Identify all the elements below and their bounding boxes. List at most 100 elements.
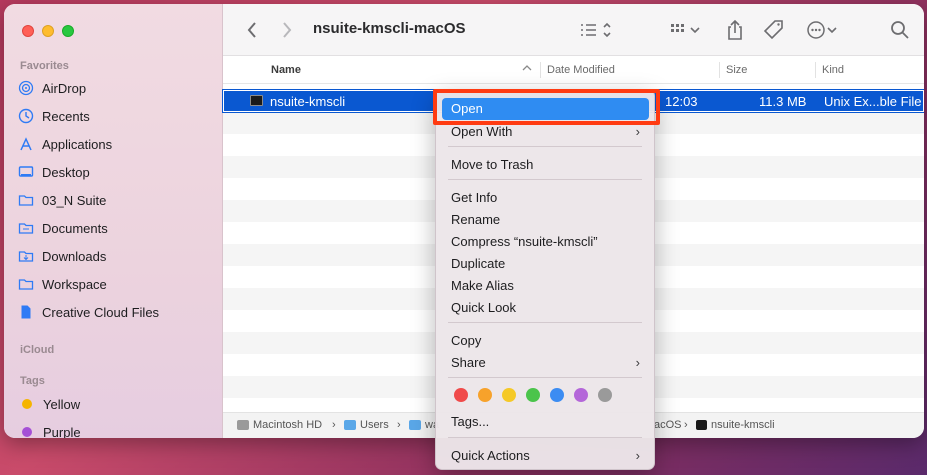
sidebar-item-label: Yellow: [43, 396, 81, 412]
sidebar-item-label: Documents: [42, 220, 108, 236]
column-separator: [719, 62, 720, 78]
sidebar-item-label: Desktop: [42, 164, 90, 180]
sidebar-item-creative-cloud-files[interactable]: Creative Cloud Files: [18, 301, 159, 323]
tags-label: Tags: [20, 375, 45, 387]
menu-item-quick-look[interactable]: Quick Look: [451, 300, 516, 315]
chevron-right-icon: ›: [635, 355, 640, 370]
home-folder-icon: [409, 420, 421, 430]
menu-item-tags[interactable]: Tags...: [451, 414, 489, 429]
sidebar: Favorites AirDrop Recents Applications D…: [4, 4, 223, 438]
folder-icon: [344, 420, 356, 430]
terminal-exec-icon: [696, 420, 707, 430]
clock-icon: [18, 108, 34, 124]
favorites-label: Favorites: [20, 60, 69, 72]
chevron-right-icon: ›: [635, 124, 640, 139]
yellow-tag-swatch[interactable]: [502, 388, 516, 402]
column-separator: [540, 62, 541, 78]
menu-separator: [448, 377, 642, 378]
path-segment-macintosh-hd[interactable]: Macintosh HD: [237, 419, 322, 431]
column-kind[interactable]: Kind: [822, 64, 844, 76]
sidebar-item-03-n-suite[interactable]: 03_N Suite: [18, 189, 106, 211]
forward-chevron-icon[interactable]: [281, 18, 293, 42]
sidebar-item-desktop[interactable]: Desktop: [18, 161, 90, 183]
sidebar-item-recents[interactable]: Recents: [18, 105, 90, 127]
minimize-button[interactable]: [42, 25, 54, 37]
menu-item-quick-actions[interactable]: Quick Actions: [451, 448, 530, 463]
file-date-modified: 12:03: [665, 94, 698, 109]
context-menu: Open Open With › Move to Trash Get Info …: [435, 89, 655, 470]
menu-item-duplicate[interactable]: Duplicate: [451, 256, 505, 271]
gray-tag-swatch[interactable]: [598, 388, 612, 402]
share-icon[interactable]: [726, 18, 744, 42]
menu-item-rename[interactable]: Rename: [451, 212, 500, 227]
path-chevron-icon: ›: [397, 419, 401, 431]
list-view-icon[interactable]: [579, 18, 613, 42]
path-segment-users[interactable]: Users: [344, 419, 389, 431]
zoom-button[interactable]: [62, 25, 74, 37]
tag-icon[interactable]: [763, 18, 785, 42]
sidebar-item-label: Creative Cloud Files: [42, 304, 160, 320]
column-name[interactable]: Name: [271, 64, 301, 76]
menu-item-compress[interactable]: Compress “nsuite-kmscli”: [451, 234, 598, 249]
group-view-icon[interactable]: [669, 18, 703, 42]
sort-chevron-up-icon[interactable]: [521, 63, 533, 76]
path-chevron-icon: ›: [684, 419, 688, 431]
menu-item-copy[interactable]: Copy: [451, 333, 481, 348]
green-tag-swatch[interactable]: [526, 388, 540, 402]
yellow-tag-icon: [22, 399, 32, 409]
red-tag-swatch[interactable]: [454, 388, 468, 402]
search-icon[interactable]: [890, 18, 910, 42]
sidebar-item-applications[interactable]: Applications: [18, 133, 112, 155]
blue-tag-swatch[interactable]: [550, 388, 564, 402]
menu-item-move-to-trash[interactable]: Move to Trash: [451, 157, 533, 172]
column-date-modified[interactable]: Date Modified: [547, 64, 615, 76]
applications-icon: [18, 136, 34, 152]
menu-separator: [448, 437, 642, 438]
purple-tag-swatch[interactable]: [574, 388, 588, 402]
tag-color-picker: [454, 388, 612, 402]
menu-item-get-info[interactable]: Get Info: [451, 190, 497, 205]
chevron-right-icon: ›: [635, 448, 640, 463]
purple-tag-icon: [22, 427, 32, 437]
sidebar-item-downloads[interactable]: Downloads: [18, 245, 106, 267]
download-icon: [18, 248, 34, 264]
menu-separator: [448, 322, 642, 323]
orange-tag-swatch[interactable]: [478, 388, 492, 402]
file-icon: [18, 304, 34, 320]
file-size: 11.3 MB: [759, 94, 807, 109]
sidebar-item-workspace[interactable]: Workspace: [18, 273, 107, 295]
path-segment-nsuite-kmscli[interactable]: nsuite-kmscli: [696, 419, 775, 431]
menu-separator: [448, 179, 642, 180]
sidebar-tag-purple[interactable]: Purple: [18, 421, 81, 438]
airdrop-icon: [18, 80, 34, 96]
folder-icon: [18, 192, 34, 208]
column-header: Name Date Modified Size Kind: [223, 56, 924, 84]
path-segment-nsuite-kmscli-macos[interactable]: acOS: [654, 419, 682, 431]
more-actions-icon[interactable]: [806, 18, 840, 42]
close-button[interactable]: [22, 25, 34, 37]
path-chevron-icon: ›: [332, 419, 336, 431]
desktop-icon: [18, 164, 34, 180]
toolbar: nsuite-kmscli-macOS: [223, 4, 924, 56]
menu-item-make-alias[interactable]: Make Alias: [451, 278, 514, 293]
window-controls: [22, 25, 74, 37]
column-separator: [815, 62, 816, 78]
back-chevron-icon[interactable]: [246, 18, 258, 42]
sidebar-item-label: Workspace: [42, 276, 107, 292]
sidebar-item-airdrop[interactable]: AirDrop: [18, 77, 86, 99]
menu-item-share[interactable]: Share: [451, 355, 486, 370]
column-size[interactable]: Size: [726, 64, 747, 76]
sidebar-item-label: AirDrop: [42, 80, 87, 96]
document-icon: [18, 220, 34, 236]
sidebar-item-label: Recents: [42, 108, 90, 124]
sidebar-item-label: Purple: [43, 424, 81, 439]
sidebar-item-documents[interactable]: Documents: [18, 217, 108, 239]
menu-separator: [448, 146, 642, 147]
menu-item-open-with[interactable]: Open With: [451, 124, 512, 139]
file-kind: Unix Ex...ble File: [824, 94, 922, 109]
window-title: nsuite-kmscli-macOS: [313, 20, 466, 37]
icloud-label: iCloud: [20, 344, 55, 356]
file-name: nsuite-kmscli: [270, 94, 346, 109]
sidebar-tag-yellow[interactable]: Yellow: [18, 393, 80, 415]
sidebar-item-label: Applications: [42, 136, 113, 152]
